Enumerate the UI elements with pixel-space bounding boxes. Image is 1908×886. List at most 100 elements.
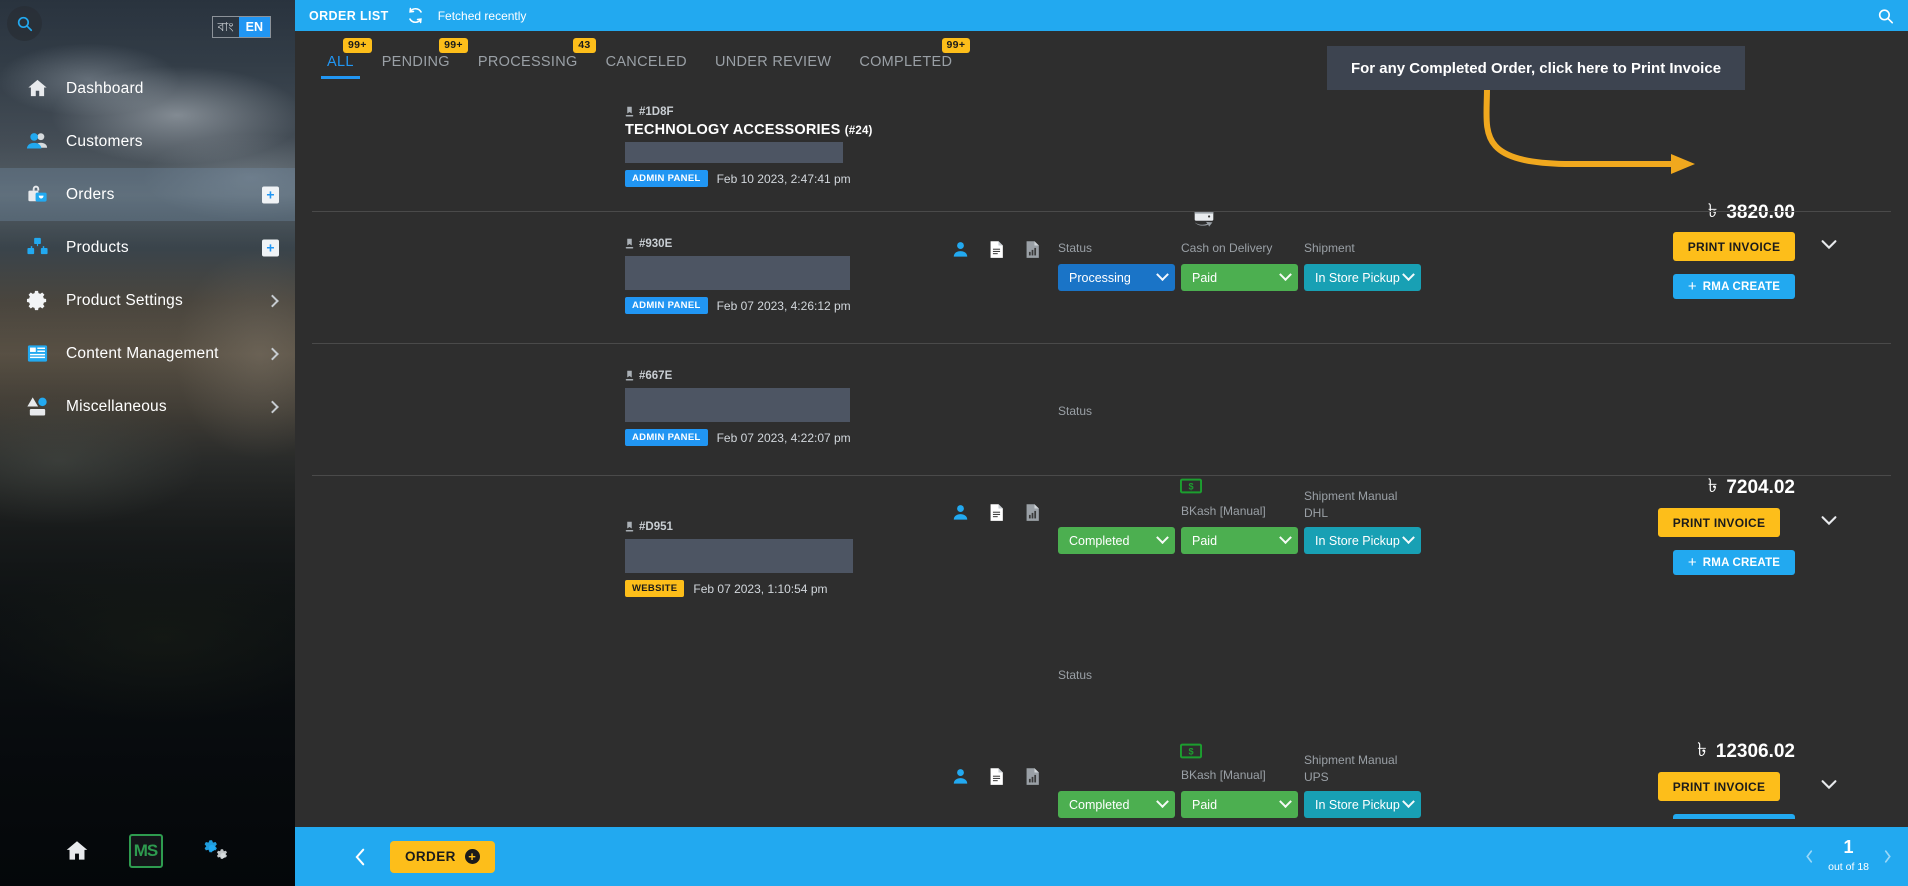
home-icon (66, 841, 87, 860)
sidebar-search-button[interactable] (7, 6, 42, 41)
sidebar-item-products[interactable]: Products + (0, 221, 295, 274)
tab-label: PROCESSING (477, 54, 578, 70)
order-title-row: TECHNOLOGY ACCESSORIES (#24) (625, 122, 873, 138)
top-bar: ORDER LIST Fetched recently (295, 0, 1908, 31)
order-source-badge: ADMIN PANEL (625, 297, 708, 314)
customer-icon[interactable] (951, 767, 970, 786)
tag-icon (625, 106, 634, 117)
sidebar-nav: Dashboard Customers Orders + Products + … (0, 62, 295, 433)
gear-icon (22, 288, 52, 314)
plus-icon: + (464, 849, 480, 864)
search-icon (1878, 8, 1894, 24)
tag-icon (625, 238, 634, 249)
table-row[interactable]: #930E ADMIN PANEL Feb 07 2023, 4:26:12 p… (295, 211, 1908, 575)
document-icon[interactable] (987, 767, 1006, 786)
chevron-down-icon (1156, 795, 1169, 809)
sidebar-item-orders[interactable]: Orders + (0, 168, 295, 221)
main-content: ORDER LIST Fetched recently ALL 99+ PEND… (295, 0, 1908, 886)
sidebar-item-content-management[interactable]: Content Management (0, 327, 295, 380)
app-root: বাং EN Dashboard Customers Orders + Prod… (0, 0, 1908, 886)
rma-create-button[interactable]: + RMA CREATE (1673, 814, 1795, 819)
tab-canceled[interactable]: CANCELED (592, 54, 701, 79)
pagination-info: 1 out of 18 (1828, 838, 1869, 875)
refresh-button[interactable] (406, 6, 425, 25)
sidebar-item-label: Customers (66, 132, 143, 150)
hamburger-icon[interactable] (311, 852, 331, 862)
sidebar: বাং EN Dashboard Customers Orders + Prod… (0, 0, 295, 886)
current-page: 1 (1843, 837, 1854, 858)
pagination: 1 out of 18 (1805, 838, 1892, 875)
users-icon (22, 129, 52, 155)
sidebar-item-customers[interactable]: Customers (0, 115, 295, 168)
print-invoice-button[interactable]: PRINT INVOICE (1658, 772, 1780, 801)
bottom-bar: ORDER + 1 out of 18 (295, 827, 1908, 886)
status-dropdown[interactable]: Completed (1058, 791, 1175, 818)
order-date: Feb 07 2023, 4:26:12 pm (716, 298, 851, 313)
tab-pending[interactable]: PENDING 99+ (368, 38, 468, 79)
shipment-sub-label: UPS (1304, 770, 1329, 784)
expand-row-button[interactable] (1818, 773, 1840, 795)
table-row[interactable]: #1D8F TECHNOLOGY ACCESSORIES (#24) ADMIN… (295, 79, 1908, 299)
home-icon (22, 76, 52, 102)
add-order-button[interactable]: ORDER + (390, 840, 495, 873)
bag-icon (22, 182, 52, 208)
back-button[interactable] (353, 846, 368, 868)
total-pages: out of 18 (1828, 861, 1869, 873)
order-source-badge: ADMIN PANEL (625, 429, 708, 446)
sidebar-footer: MS (0, 834, 295, 868)
chevron-right-icon[interactable] (266, 347, 279, 360)
pagination-next-button[interactable] (1883, 849, 1892, 864)
language-toggle[interactable]: বাং EN (211, 16, 271, 38)
chevron-right-icon[interactable] (266, 294, 279, 307)
order-amount: ৳ 12306.02 (1697, 736, 1795, 768)
tab-badge: 99+ (342, 38, 372, 53)
order-id-label: #D951 (639, 521, 673, 533)
money-icon: $ (1180, 741, 1202, 761)
currency-symbol: ৳ (1697, 740, 1707, 761)
table-row[interactable]: #D951 WEBSITE Feb 07 2023, 1:10:54 pm (295, 475, 1908, 635)
top-search-button[interactable] (1877, 7, 1894, 24)
tab-processing[interactable]: PROCESSING 43 (464, 38, 596, 79)
row-divider (312, 211, 1891, 212)
payment-status-dropdown[interactable]: Paid (1181, 791, 1298, 818)
shipment-dropdown[interactable]: In Store Pickup (1304, 791, 1421, 818)
newspaper-icon (22, 341, 52, 367)
sidebar-item-product-settings[interactable]: Product Settings (0, 274, 295, 327)
sidebar-item-dashboard[interactable]: Dashboard (0, 62, 295, 115)
amount-value: 12306.02 (1715, 741, 1795, 762)
pagination-prev-button[interactable] (1805, 849, 1814, 864)
sidebar-item-miscellaneous[interactable]: Miscellaneous (0, 380, 295, 433)
tab-all[interactable]: ALL 99+ (313, 38, 372, 79)
fetch-status: Fetched recently (437, 8, 527, 23)
tag-icon (625, 521, 634, 532)
chevron-down-icon (1402, 795, 1415, 809)
row-divider (312, 343, 1891, 344)
chevron-right-icon (1884, 850, 1891, 863)
payment-status-value: Paid (1192, 797, 1218, 812)
table-row[interactable]: #667E ADMIN PANEL Feb 07 2023, 4:22:07 p… (295, 343, 1908, 819)
tab-under-review[interactable]: UNDER REVIEW (701, 54, 845, 79)
payment-method-label: BKash [Manual] (1181, 768, 1266, 782)
footer-home-button[interactable] (64, 838, 90, 864)
order-id-label: #930E (639, 238, 673, 250)
sidebar-item-label: Product Settings (66, 291, 183, 309)
order-id: #667E (625, 370, 851, 382)
row-divider (312, 475, 1891, 476)
footer-settings-button[interactable] (202, 838, 232, 864)
chevron-left-icon (355, 848, 365, 865)
sidebar-add-order-button[interactable]: + (262, 186, 279, 203)
language-option-en[interactable]: EN (238, 17, 270, 37)
order-source-badge: ADMIN PANEL (625, 170, 708, 187)
chart-icon[interactable] (1023, 767, 1042, 786)
sidebar-add-product-button[interactable]: + (262, 239, 279, 256)
language-option-bn[interactable]: বাং (213, 17, 239, 37)
chevron-right-icon[interactable] (266, 400, 279, 413)
order-title-sub: (#24) (844, 125, 873, 137)
sidebar-item-label: Orders (66, 185, 115, 203)
tab-label: CANCELED (605, 54, 687, 70)
boxes-icon (22, 235, 52, 261)
instruction-callout: For any Completed Order, click here to P… (1327, 46, 1745, 90)
tab-completed[interactable]: COMPLETED 99+ (845, 38, 971, 79)
tag-icon (625, 370, 634, 381)
page-title: ORDER LIST (309, 8, 389, 23)
